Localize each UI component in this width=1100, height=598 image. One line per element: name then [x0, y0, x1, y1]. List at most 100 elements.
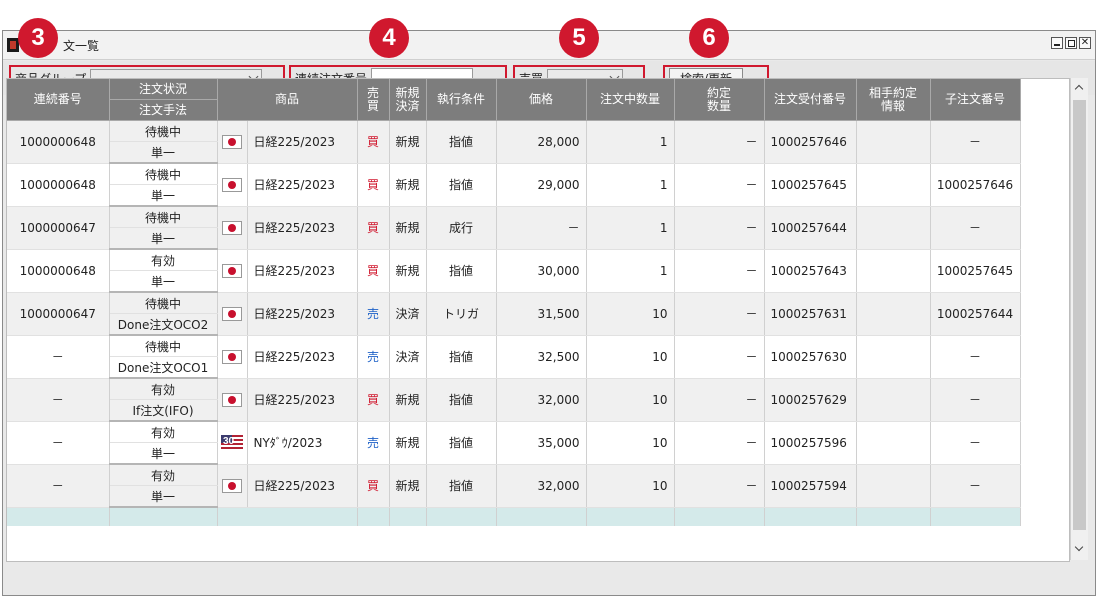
- col-child[interactable]: 子注文番号: [930, 79, 1021, 121]
- cell-serial: 1000000648: [7, 249, 110, 293]
- cell-filled: －: [674, 378, 765, 422]
- col-side[interactable]: 売 買: [357, 79, 390, 121]
- cell-empty: [586, 507, 675, 526]
- cell-side: 売: [357, 421, 390, 465]
- cell-newclose: 新規: [389, 378, 427, 422]
- japan-flag-icon: [222, 220, 242, 235]
- cell-serial: 1000000648: [7, 120, 110, 164]
- table-row-empty: [7, 507, 1021, 526]
- order-table-body: 1000000648 待機中 日経225/2023 買新規 指値 28,000 1 － 1000…: [7, 120, 1021, 526]
- cell-condition: 指値: [426, 163, 497, 207]
- cell-newclose: 新規: [389, 163, 427, 207]
- cell-product: 日経225/2023: [247, 378, 358, 422]
- minimize-icon[interactable]: [1051, 37, 1063, 49]
- order-table: 連続番号 注文状況 商品 売 買 新規 決済 執行条件 価格 注文中数量 約定 …: [7, 79, 1021, 526]
- window-titlebar: 文一覧 ✕: [3, 31, 1095, 60]
- cell-method: 単一: [109, 141, 218, 164]
- cell-flag: [217, 163, 248, 207]
- scrollbar-thumb[interactable]: [1073, 100, 1086, 530]
- window-controls: ✕: [1051, 37, 1091, 49]
- table-row[interactable]: －有効 30 NYﾀﾞｳ/2023 売新規 指値 35,000 10 － 1000257596 －: [7, 421, 1021, 465]
- table-row[interactable]: 1000000648 待機中 日経225/2023 買新規 指値 28,000 1 － 1000…: [7, 120, 1021, 164]
- cell-child: －: [930, 335, 1021, 379]
- cell-counter: [856, 120, 931, 164]
- cell-filled: －: [674, 249, 765, 293]
- cell-condition: 指値: [426, 120, 497, 164]
- table-row[interactable]: 1000000647 待機中 日経225/2023 売決済 トリガ 31,500 10 － 10…: [7, 292, 1021, 336]
- cell-empty: [764, 507, 857, 526]
- cell-newclose: 決済: [389, 292, 427, 336]
- scroll-up-icon[interactable]: [1071, 80, 1088, 96]
- cell-serial: 1000000647: [7, 206, 110, 250]
- cell-side: 売: [357, 292, 390, 336]
- cell-method: Done注文OCO1: [109, 356, 218, 379]
- cell-newclose: 新規: [389, 206, 427, 250]
- cell-method: 単一: [109, 270, 218, 293]
- cell-filled: －: [674, 206, 765, 250]
- col-qty[interactable]: 注文中数量: [586, 79, 675, 121]
- table-row[interactable]: －有効 日経225/2023 買新規 指値 32,000 10 － 1000257594 －: [7, 464, 1021, 508]
- close-icon[interactable]: ✕: [1079, 37, 1091, 49]
- cell-counter: [856, 421, 931, 465]
- cell-condition: トリガ: [426, 292, 497, 336]
- cell-serial: －: [7, 464, 110, 508]
- col-price[interactable]: 価格: [496, 79, 587, 121]
- cell-child: 1000257646: [930, 163, 1021, 207]
- cell-method: 単一: [109, 227, 218, 250]
- cell-child: －: [930, 206, 1021, 250]
- cell-empty: [426, 507, 497, 526]
- cell-qty: 1: [586, 249, 675, 293]
- col-status[interactable]: 注文状況: [109, 79, 218, 100]
- cell-price: 28,000: [496, 120, 587, 164]
- us-flag-icon: 30: [221, 434, 243, 451]
- cell-side: 買: [357, 206, 390, 250]
- callout-3: 3: [18, 18, 58, 58]
- cell-status: 待機中: [109, 120, 218, 142]
- cell-flag: [217, 335, 248, 379]
- cell-filled: －: [674, 421, 765, 465]
- col-condition[interactable]: 執行条件: [426, 79, 497, 121]
- cell-status: 待機中: [109, 292, 218, 314]
- maximize-icon[interactable]: [1065, 37, 1077, 49]
- cell-filled: －: [674, 335, 765, 379]
- cell-status: 待機中: [109, 163, 218, 185]
- cell-filled: －: [674, 120, 765, 164]
- cell-receipt: 1000257645: [764, 163, 857, 207]
- table-row[interactable]: 1000000648 待機中 日経225/2023 買新規 指値 29,000 1 － 1000…: [7, 163, 1021, 207]
- table-row[interactable]: －待機中 日経225/2023 売決済 指値 32,500 10 － 1000257630 －: [7, 335, 1021, 379]
- cell-receipt: 1000257630: [764, 335, 857, 379]
- col-serial[interactable]: 連続番号: [7, 79, 110, 121]
- callout-6: 6: [689, 18, 729, 58]
- cell-status: 有効: [109, 378, 218, 400]
- col-counter[interactable]: 相手約定 情報: [856, 79, 931, 121]
- table-row[interactable]: 1000000648 有効 日経225/2023 買新規 指値 30,000 1 － 10002…: [7, 249, 1021, 293]
- cell-price: －: [496, 206, 587, 250]
- vertical-scrollbar[interactable]: [1070, 78, 1088, 560]
- col-newclose[interactable]: 新規 決済: [389, 79, 427, 121]
- cell-serial: －: [7, 421, 110, 465]
- cell-receipt: 1000257596: [764, 421, 857, 465]
- cell-flag: 30: [217, 421, 248, 465]
- cell-empty: [856, 507, 931, 526]
- cell-counter: [856, 464, 931, 508]
- cell-price: 30,000: [496, 249, 587, 293]
- col-product[interactable]: 商品: [217, 79, 358, 121]
- table-row[interactable]: 1000000647 待機中 日経225/2023 買新規 成行－ 1 － 100025764…: [7, 206, 1021, 250]
- cell-counter: [856, 206, 931, 250]
- cell-price: 32,000: [496, 378, 587, 422]
- col-receipt[interactable]: 注文受付番号: [764, 79, 857, 121]
- cell-child: 1000257644: [930, 292, 1021, 336]
- cell-product: 日経225/2023: [247, 163, 358, 207]
- cell-condition: 指値: [426, 335, 497, 379]
- table-row[interactable]: －有効 日経225/2023 買新規 指値 32,000 10 － 1000257629 －: [7, 378, 1021, 422]
- col-method[interactable]: 注文手法: [109, 99, 218, 121]
- scroll-down-icon[interactable]: [1071, 542, 1088, 558]
- cell-receipt: 1000257643: [764, 249, 857, 293]
- cell-side: 買: [357, 163, 390, 207]
- col-filled[interactable]: 約定 数量: [674, 79, 765, 121]
- cell-receipt: 1000257644: [764, 206, 857, 250]
- cell-empty: [217, 507, 358, 526]
- cell-side: 買: [357, 464, 390, 508]
- cell-qty: 1: [586, 206, 675, 250]
- cell-counter: [856, 335, 931, 379]
